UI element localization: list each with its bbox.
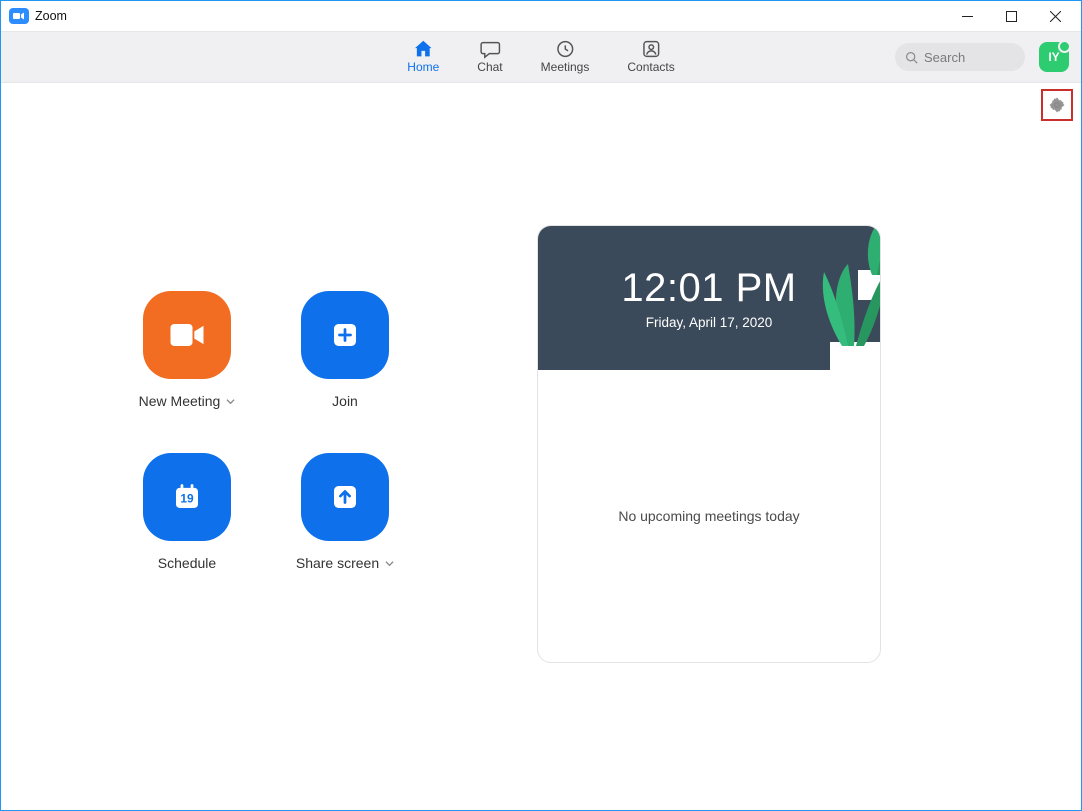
tab-label: Chat bbox=[477, 60, 502, 74]
share-screen-button[interactable] bbox=[301, 453, 389, 541]
maximize-button[interactable] bbox=[989, 1, 1033, 31]
settings-button[interactable] bbox=[1041, 89, 1073, 121]
tile-new-meeting: New Meeting bbox=[112, 291, 262, 409]
svg-text:19: 19 bbox=[180, 492, 194, 506]
nav-tabs: Home Chat Meetings Contacts bbox=[407, 40, 674, 74]
contacts-icon bbox=[640, 40, 662, 58]
calendar-card: 12:01 PM Friday, April 17, 2020 No upcom… bbox=[537, 225, 881, 663]
zoom-logo-icon bbox=[9, 8, 29, 24]
clock-time: 12:01 PM bbox=[621, 266, 796, 311]
tab-label: Meetings bbox=[541, 60, 590, 74]
app-title: Zoom bbox=[35, 9, 67, 23]
tile-label: New Meeting bbox=[139, 393, 221, 409]
new-meeting-button[interactable] bbox=[143, 291, 231, 379]
search-placeholder: Search bbox=[924, 50, 965, 65]
main: New Meeting Join bbox=[1, 125, 1081, 810]
chevron-down-icon[interactable] bbox=[226, 393, 235, 409]
gear-icon bbox=[1048, 96, 1066, 114]
search-icon bbox=[905, 51, 918, 64]
upcoming-meetings: No upcoming meetings today bbox=[538, 370, 880, 662]
titlebar: Zoom bbox=[1, 1, 1081, 31]
tile-schedule: 19 Schedule bbox=[112, 453, 262, 571]
tile-label: Join bbox=[332, 393, 358, 409]
schedule-button[interactable]: 19 bbox=[143, 453, 231, 541]
plant-decoration-icon bbox=[790, 264, 880, 370]
tab-meetings[interactable]: Meetings bbox=[541, 40, 590, 74]
tab-chat[interactable]: Chat bbox=[477, 40, 502, 74]
join-button[interactable] bbox=[301, 291, 389, 379]
clock-icon bbox=[554, 40, 576, 58]
window-controls bbox=[945, 1, 1077, 31]
nav-right: Search IY bbox=[895, 42, 1069, 72]
video-icon bbox=[165, 313, 209, 357]
tile-label: Schedule bbox=[158, 555, 216, 571]
clock-date: Friday, April 17, 2020 bbox=[646, 315, 773, 330]
left-pane: New Meeting Join bbox=[1, 125, 531, 810]
tile-join: Join bbox=[270, 291, 420, 409]
tile-share-screen: Share screen bbox=[270, 453, 420, 571]
navbar: Home Chat Meetings Contacts bbox=[1, 31, 1081, 83]
home-icon bbox=[412, 40, 434, 58]
search-input[interactable]: Search bbox=[895, 43, 1025, 71]
plus-icon bbox=[323, 313, 367, 357]
chat-icon bbox=[479, 40, 501, 58]
tab-home[interactable]: Home bbox=[407, 40, 439, 74]
card-hero: 12:01 PM Friday, April 17, 2020 bbox=[538, 226, 880, 370]
avatar[interactable]: IY bbox=[1039, 42, 1069, 72]
chevron-down-icon[interactable] bbox=[385, 555, 394, 571]
app-window: Zoom Home C bbox=[0, 0, 1082, 811]
tab-label: Contacts bbox=[627, 60, 674, 74]
tile-label: Share screen bbox=[296, 555, 379, 571]
share-screen-icon bbox=[323, 475, 367, 519]
right-pane: 12:01 PM Friday, April 17, 2020 No upcom… bbox=[531, 125, 1081, 810]
gear-row bbox=[1, 83, 1081, 125]
no-meetings-text: No upcoming meetings today bbox=[618, 508, 799, 524]
tab-label: Home bbox=[407, 60, 439, 74]
tab-contacts[interactable]: Contacts bbox=[627, 40, 674, 74]
tile-grid: New Meeting Join bbox=[112, 291, 420, 571]
calendar-icon: 19 bbox=[165, 475, 209, 519]
minimize-button[interactable] bbox=[945, 1, 989, 31]
close-button[interactable] bbox=[1033, 1, 1077, 31]
